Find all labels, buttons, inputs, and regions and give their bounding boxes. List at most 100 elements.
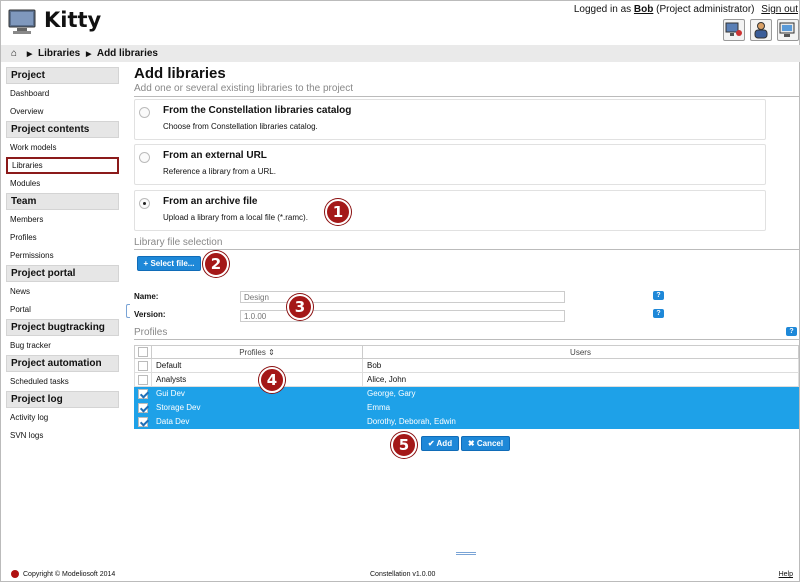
workstation-button[interactable]	[723, 19, 745, 41]
help-version-icon[interactable]: ?	[653, 309, 664, 318]
breadcrumb-separator-icon: ▶	[86, 51, 92, 58]
sidebar-item-scheduled-tasks[interactable]: Scheduled tasks	[6, 373, 119, 390]
profile-cell: Default	[151, 358, 363, 373]
bottom-panel-handle[interactable]	[456, 552, 476, 555]
sidebar-item-libraries[interactable]: Libraries	[6, 157, 119, 174]
profile-cell: Gui Dev	[151, 386, 363, 401]
user-admin-button[interactable]	[750, 19, 772, 41]
monitor-logo-icon	[8, 9, 36, 34]
sidebar-section-project-log: Project log	[6, 391, 119, 408]
profile-cell: Analysts	[151, 372, 363, 387]
add-label: Add	[436, 439, 453, 448]
divider	[134, 339, 799, 340]
breadcrumb-item-add-libraries: Add libraries	[96, 48, 158, 59]
profiles-section-label: Profiles	[134, 327, 168, 338]
column-header-users[interactable]: Users	[362, 345, 799, 359]
option-desc: Upload a library from a local file (*.ra…	[163, 213, 308, 222]
sidebar-item-dashboard[interactable]: Dashboard	[6, 85, 119, 102]
sidebar-item-svn-logs[interactable]: SVN logs	[6, 427, 119, 444]
sort-icon: ⇕	[268, 347, 275, 357]
sidebar-section-project-portal: Project portal	[6, 265, 119, 282]
table-row[interactable]: Analysts Alice, John	[134, 372, 799, 387]
footer: Copyright © Modeliosoft 2014 Constellati…	[1, 569, 800, 581]
user-link[interactable]: Bob	[634, 4, 653, 15]
sidebar-section-project-bugtracking: Project bugtracking	[6, 319, 119, 336]
cancel-button[interactable]: ✖ Cancel	[461, 436, 510, 451]
version-text: Constellation v1.0.00	[370, 571, 436, 578]
sidebar-item-modules[interactable]: Modules	[6, 175, 119, 192]
login-prefix: Logged in as	[573, 4, 632, 15]
sidebar-section-project: Project	[6, 67, 119, 84]
sidebar-item-overview[interactable]: Overview	[6, 103, 119, 120]
sidebar-section-team: Team	[6, 193, 119, 210]
sidebar-item-profiles[interactable]: Profiles	[6, 229, 119, 246]
version-label: Version:	[134, 310, 166, 319]
option-url[interactable]: From an external URL Reference a library…	[134, 144, 766, 185]
divider	[134, 96, 799, 97]
users-cell: Emma	[362, 400, 799, 415]
users-cell: Alice, John	[362, 372, 799, 387]
help-name-icon[interactable]: ?	[653, 291, 664, 300]
page-title: Add libraries	[134, 65, 226, 82]
radio-url[interactable]	[139, 152, 150, 163]
option-desc: Choose from Constellation libraries cata…	[163, 122, 318, 131]
table-row[interactable]: Storage Dev Emma	[134, 400, 799, 415]
signout-link[interactable]: Sign out	[761, 4, 798, 15]
select-file-label: Select file...	[150, 259, 195, 268]
callout-badge-3: 3	[287, 294, 313, 320]
callout-badge-2: 2	[203, 251, 229, 277]
select-all-header[interactable]	[134, 345, 152, 359]
option-archive[interactable]: From an archive file Upload a library fr…	[134, 190, 766, 231]
breadcrumb: ⌂ ▶ Libraries ▶ Add libraries	[1, 45, 800, 62]
modeliosoft-logo-icon	[11, 570, 19, 578]
sidebar-section-project-automation: Project automation	[6, 355, 119, 372]
users-cell: Dorothy, Deborah, Edwin	[362, 414, 799, 429]
sidebar-item-permissions[interactable]: Permissions	[6, 247, 119, 264]
screen-button[interactable]	[777, 19, 799, 41]
callout-badge-5: 5	[391, 432, 417, 458]
sidebar-section-project-contents: Project contents	[6, 121, 119, 138]
table-row[interactable]: Data Dev Dorothy, Deborah, Edwin	[134, 414, 799, 429]
sidebar-item-portal[interactable]: Portal	[6, 301, 119, 318]
column-header-profiles[interactable]: Profiles ⇕	[151, 345, 363, 359]
help-link[interactable]: Help	[779, 571, 793, 578]
row-checkbox[interactable]	[138, 374, 148, 385]
table-row[interactable]: Default Bob	[134, 358, 799, 373]
breadcrumb-separator-icon: ▶	[26, 51, 33, 58]
user-role: (Project administrator)	[656, 4, 755, 15]
sidebar-item-work-models[interactable]: Work models	[6, 139, 119, 156]
profile-cell: Storage Dev	[151, 400, 363, 415]
sidebar: Project Dashboard Overview Project conte…	[6, 67, 119, 445]
row-checkbox[interactable]	[138, 402, 148, 413]
sidebar-item-bug-tracker[interactable]: Bug tracker	[6, 337, 119, 354]
option-title: From an archive file	[163, 196, 258, 207]
copyright-text: Copyright © Modeliosoft 2014	[23, 571, 116, 578]
sidebar-item-activity-log[interactable]: Activity log	[6, 409, 119, 426]
table-row[interactable]: Gui Dev George, Gary	[134, 386, 799, 401]
check-icon: ✔	[427, 439, 437, 448]
row-checkbox[interactable]	[138, 388, 148, 399]
select-all-checkbox[interactable]	[138, 347, 148, 357]
callout-badge-1: 1	[325, 199, 351, 225]
sidebar-item-members[interactable]: Members	[6, 211, 119, 228]
screen-icon	[779, 22, 795, 37]
option-desc: Reference a library from a URL.	[163, 167, 276, 176]
help-profiles-icon[interactable]: ?	[786, 327, 797, 336]
sidebar-collapse-handle[interactable]	[126, 304, 130, 318]
select-file-button[interactable]: + Select file...	[137, 256, 201, 271]
radio-archive[interactable]	[139, 198, 150, 209]
row-checkbox[interactable]	[138, 416, 148, 427]
radio-catalog[interactable]	[139, 107, 150, 118]
option-catalog[interactable]: From the Constellation libraries catalog…	[134, 99, 766, 140]
home-icon[interactable]: ⌂	[11, 48, 17, 59]
breadcrumb-item-libraries[interactable]: Libraries	[38, 48, 80, 59]
users-cell: George, Gary	[362, 386, 799, 401]
app-title: Kitty	[44, 8, 102, 32]
option-title: From an external URL	[163, 150, 267, 161]
sidebar-item-news[interactable]: News	[6, 283, 119, 300]
login-info: Logged in as Bob (Project administrator)…	[574, 4, 798, 15]
profiles-table: Profiles ⇕ Users Default Bob Analysts Al…	[134, 345, 799, 429]
row-checkbox[interactable]	[138, 360, 148, 371]
users-cell: Bob	[362, 358, 799, 373]
add-button[interactable]: ✔ Add	[421, 436, 459, 451]
